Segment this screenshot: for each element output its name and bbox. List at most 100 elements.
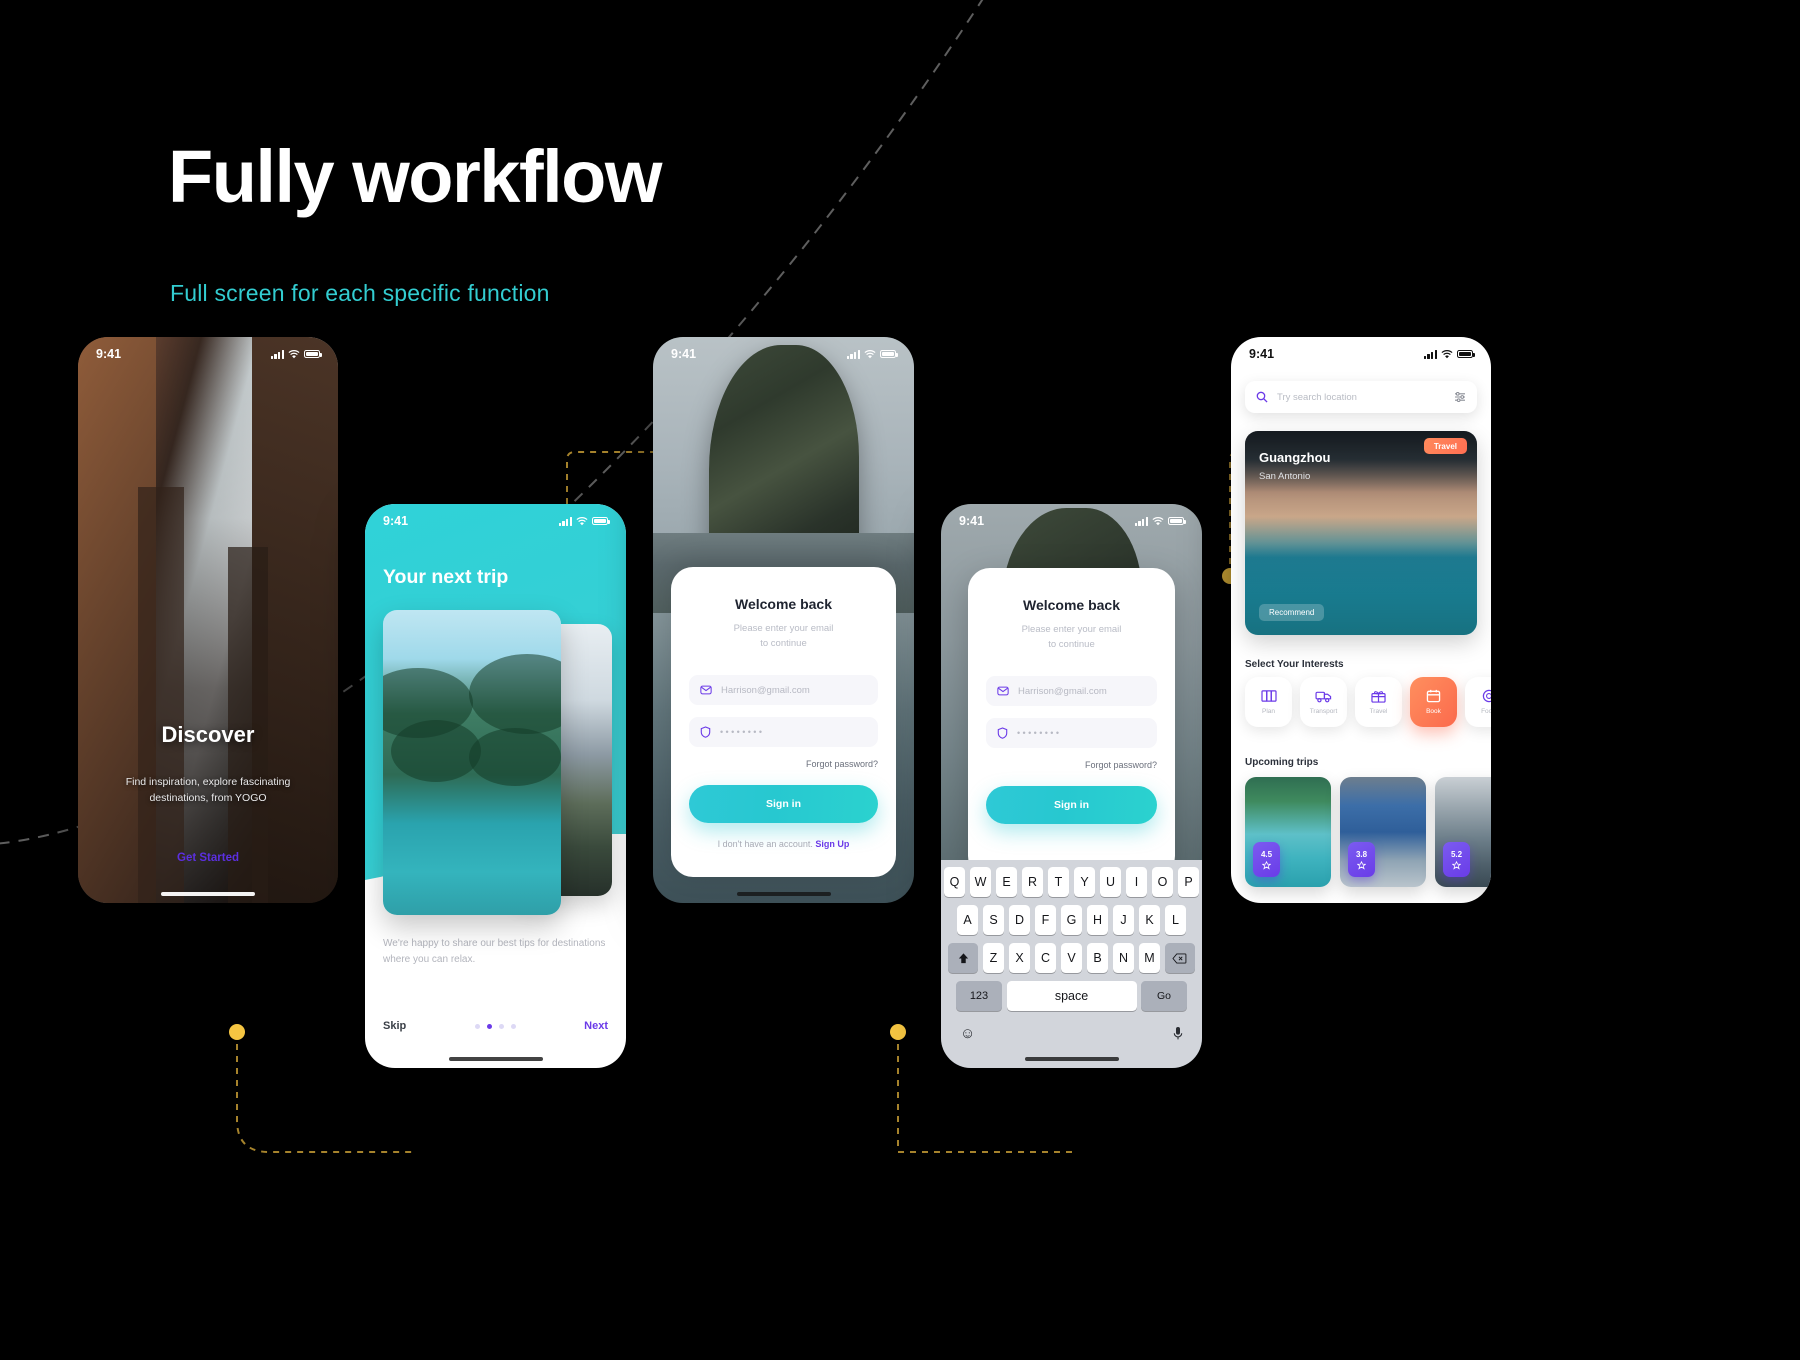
interest-tile-plan[interactable]: Plan [1245,677,1292,727]
key-v[interactable]: V [1060,943,1083,973]
home-indicator[interactable] [161,892,255,896]
featured-destination-card[interactable]: Guangzhou San Antonio Travel Recommend [1245,431,1477,635]
interest-tile-food[interactable]: Food [1465,677,1491,727]
password-field[interactable]: •••••••• [986,718,1157,749]
dot-3[interactable] [498,1023,504,1029]
key-z[interactable]: Z [982,943,1005,973]
key-b[interactable]: B [1086,943,1109,973]
signin-subtitle-line2: to continue [760,638,807,650]
page-indicator-dots[interactable] [474,1023,516,1029]
carousel-active-card[interactable] [383,610,561,915]
key-o[interactable]: O [1151,867,1174,897]
key-c[interactable]: C [1034,943,1057,973]
microphone-icon[interactable] [1173,1026,1183,1041]
sign-in-button[interactable]: Sign in [689,785,878,824]
sign-up-link[interactable]: Sign Up [815,839,849,849]
home-indicator[interactable] [1024,1057,1119,1061]
shield-icon [700,726,711,739]
keyboard-bottom-bar: ☺ [944,1019,1199,1042]
wifi-icon [1152,516,1164,525]
key-i[interactable]: I [1125,867,1148,897]
interest-tile-transport[interactable]: Transport [1300,677,1347,727]
key-a[interactable]: A [956,905,979,935]
signin-subtitle-line1: Please enter your email [1021,624,1122,635]
discover-title: Discover [161,722,255,747]
key-j[interactable]: J [1112,905,1135,935]
truck-icon [1315,691,1332,702]
status-bar: 9:41 [1231,337,1491,371]
search-placeholder: Try search location [1277,391,1357,403]
key-q[interactable]: Q [943,867,966,897]
battery-icon [1457,350,1475,358]
signup-prompt: I don't have an account. Sign Up [671,839,896,849]
get-started-button[interactable]: Get Started [78,852,338,864]
onboarding-image-carousel[interactable] [383,610,612,915]
password-field[interactable]: •••••••• [689,717,878,748]
key-f[interactable]: F [1034,905,1057,935]
shift-icon[interactable] [948,943,979,973]
key-g[interactable]: G [1060,905,1083,935]
key-t[interactable]: T [1047,867,1070,897]
signin-subtitle-line2: to continue [1048,639,1095,651]
wifi-icon [864,349,876,358]
forgot-password-link[interactable]: Forgot password? [689,759,878,769]
email-placeholder: Harrison@gmail.com [1018,685,1107,697]
backspace-icon[interactable] [1164,943,1195,973]
interests-list: Plan Transport Travel Book Food [1245,677,1491,727]
onboarding-footer: Skip Next [383,1020,608,1032]
onscreen-keyboard[interactable]: Q W E R T Y U I O P A S D F G H J K L Z … [941,860,1202,1068]
signin-subtitle: Please enter your email to continue [968,622,1175,652]
next-button[interactable]: Next [584,1020,608,1032]
trip-card[interactable]: 5.2 [1435,777,1491,887]
forgot-password-link[interactable]: Forgot password? [986,760,1157,770]
interests-section-title: Select Your Interests [1245,659,1344,670]
trip-card[interactable]: 3.8 [1340,777,1426,887]
screen-signin[interactable]: 9:41 Welcome back Please enter your emai… [653,337,914,903]
cellular-bars-icon [558,516,572,526]
key-s[interactable]: S [982,905,1005,935]
key-x[interactable]: X [1008,943,1031,973]
key-h[interactable]: H [1086,905,1109,935]
email-field[interactable]: Harrison@gmail.com [689,675,878,706]
key-k[interactable]: K [1138,905,1161,935]
search-bar[interactable]: Try search location [1245,381,1477,413]
skip-button[interactable]: Skip [383,1020,406,1032]
key-u[interactable]: U [1099,867,1122,897]
home-indicator[interactable] [448,1057,543,1061]
filter-icon[interactable] [1454,392,1466,402]
shield-icon [997,727,1008,740]
go-key[interactable]: Go [1141,981,1187,1011]
emoji-icon[interactable]: ☺ [960,1025,975,1042]
email-field[interactable]: Harrison@gmail.com [986,676,1157,707]
key-n[interactable]: N [1112,943,1135,973]
key-m[interactable]: M [1138,943,1161,973]
dot-4[interactable] [510,1023,516,1029]
key-e[interactable]: E [995,867,1018,897]
dot-2[interactable] [486,1023,492,1029]
screen-signin-keyboard[interactable]: 9:41 Welcome back Please enter your emai… [941,504,1202,1068]
interest-tile-travel[interactable]: Travel [1355,677,1402,727]
interest-tile-book[interactable]: Book [1410,677,1457,727]
screen-home[interactable]: 9:41 Try search location Guangzhou San A… [1231,337,1491,903]
dot-1[interactable] [474,1023,480,1029]
trip-card[interactable]: 4.5 [1245,777,1331,887]
key-d[interactable]: D [1008,905,1031,935]
rating-value: 4.5 [1260,849,1273,859]
interest-label: Travel [1369,708,1388,715]
interest-label: Plan [1261,708,1275,715]
key-r[interactable]: R [1021,867,1044,897]
sign-in-button[interactable]: Sign in [986,786,1157,825]
screen-onboarding[interactable]: 9:41 Your next trip We're happy to share… [365,504,626,1068]
key-w[interactable]: W [969,867,992,897]
numeric-key[interactable]: 123 [956,981,1002,1011]
screen-discover[interactable]: 9:41 Discover Find inspiration, explore … [78,337,338,903]
cellular-bars-icon [1134,516,1148,526]
signin-title: Welcome back [1022,597,1120,613]
rating-badge: 4.5 [1253,842,1280,877]
home-indicator[interactable] [736,892,831,896]
space-key[interactable]: space [1006,981,1137,1011]
key-l[interactable]: L [1164,905,1187,935]
key-p[interactable]: P [1177,867,1200,897]
key-y[interactable]: Y [1073,867,1096,897]
star-icon [1357,860,1366,870]
